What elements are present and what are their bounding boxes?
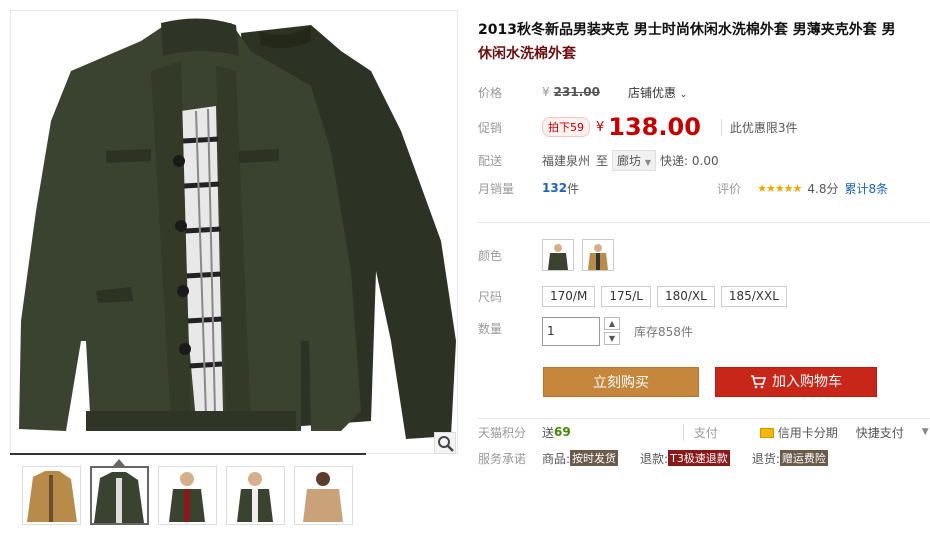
shop-promo-dropdown[interactable]: 店铺优惠 ⌄ bbox=[628, 84, 687, 101]
caret-down-icon: ▼ bbox=[644, 157, 652, 167]
color-label: 颜色 bbox=[478, 248, 503, 263]
active-thumb-indicator bbox=[113, 459, 125, 466]
credit-card-icon bbox=[759, 428, 774, 438]
points-row: 天猫积分 送 69 支付 信用卡分期 快捷支付 ▼ bbox=[478, 422, 929, 442]
return-label: 退货: bbox=[751, 451, 780, 466]
thumbnail-khaki-front[interactable] bbox=[22, 466, 81, 525]
color-swatch-green[interactable] bbox=[542, 239, 574, 271]
promo-price: 138.00 bbox=[608, 113, 701, 141]
buy-now-button[interactable]: 立刻购买 bbox=[543, 367, 699, 397]
promo-currency: ¥ bbox=[596, 119, 605, 135]
sales-unit: 件 bbox=[567, 181, 580, 196]
refund-label: 退款: bbox=[640, 451, 669, 466]
cart-icon bbox=[751, 375, 766, 389]
size-label: 尺码 bbox=[478, 289, 503, 304]
size-option-185xxl[interactable]: 185/XXL bbox=[720, 285, 787, 307]
refund-badge: T3极速退款 bbox=[668, 450, 730, 466]
promo-limit: 此优惠限3件 bbox=[720, 118, 798, 136]
delivery-city-select[interactable]: 廊坊 ▼ bbox=[612, 149, 657, 171]
total-reviews-link[interactable]: 累计8条 bbox=[845, 180, 889, 197]
thumbnail-model-khaki-back[interactable] bbox=[294, 466, 353, 525]
rating-score: 4.8分 bbox=[807, 181, 839, 196]
service-row: 服务承诺 商品: 按时发货 退款: T3极速退款 退货: 赠运费险 bbox=[478, 448, 828, 468]
thumbnail-strip bbox=[22, 466, 353, 525]
chevron-down-icon: ⌄ bbox=[679, 89, 688, 100]
thumbnail-model-green[interactable] bbox=[158, 466, 217, 525]
quantity-input[interactable]: 1 bbox=[542, 316, 600, 346]
info-divider bbox=[478, 222, 930, 223]
product-info: 2013秋冬新品男装夹克 男士时尚休闲水洗棉外套 男薄夹克外套 男 休闲水洗棉外… bbox=[478, 0, 930, 536]
shipping-fee: 快递: 0.00 bbox=[660, 153, 719, 168]
points-label: 天猫积分 bbox=[478, 425, 527, 440]
delivery-from: 福建泉州 bbox=[542, 153, 591, 168]
stock-count: 库存858件 bbox=[634, 324, 693, 339]
color-swatch-khaki[interactable] bbox=[582, 239, 614, 271]
thumbnail-green-front[interactable] bbox=[90, 466, 149, 525]
zoom-icon[interactable] bbox=[434, 432, 456, 454]
quantity-up-icon[interactable]: ▲ bbox=[604, 317, 620, 330]
size-option-175l[interactable]: 175/L bbox=[601, 285, 651, 307]
sales-label: 月销量 bbox=[478, 181, 515, 196]
size-row: 尺码 170/M 175/L 180/XL 185/XXL bbox=[478, 285, 793, 307]
thumb-divider bbox=[10, 453, 366, 455]
price-label: 价格 bbox=[478, 85, 503, 100]
color-row: 颜色 bbox=[478, 238, 622, 272]
title-line1: 2013秋冬新品男装夹克 男士时尚休闲水洗棉外套 男薄夹克外套 男 bbox=[478, 22, 896, 38]
main-product-image[interactable] bbox=[10, 10, 458, 454]
sales-row: 月销量 132 件 评价 ★★★★★ 4.8分 累计8条 bbox=[478, 178, 888, 198]
original-price: 231.00 bbox=[553, 85, 600, 99]
product-gallery bbox=[0, 0, 462, 536]
rating-stars-icon: ★★★★★ bbox=[757, 181, 802, 195]
footer-divider bbox=[478, 418, 930, 419]
quick-pay-link[interactable]: 快捷支付 bbox=[856, 424, 904, 441]
thumbnail-model-green-2[interactable] bbox=[226, 466, 285, 525]
product-title: 2013秋冬新品男装夹克 男士时尚休闲水洗棉外套 男薄夹克外套 男 休闲水洗棉外… bbox=[478, 18, 918, 66]
return-badge: 赠运费险 bbox=[779, 450, 828, 466]
service-label: 服务承诺 bbox=[478, 451, 527, 466]
title-line2: 休闲水洗棉外套 bbox=[478, 46, 576, 62]
rating-label: 评价 bbox=[717, 181, 742, 196]
add-to-cart-label: 加入购物车 bbox=[772, 374, 842, 390]
size-option-170m[interactable]: 170/M bbox=[542, 285, 596, 307]
points-value: 69 bbox=[554, 425, 571, 439]
goods-label: 商品: bbox=[542, 451, 571, 466]
quantity-down-icon[interactable]: ▼ bbox=[604, 332, 620, 345]
delivery-to: 至 bbox=[596, 153, 609, 168]
quantity-row: 数量 1 ▲ ▼ 库存858件 bbox=[478, 316, 693, 346]
size-option-180xl[interactable]: 180/XL bbox=[656, 285, 715, 307]
price-row: 价格 ¥ 231.00 店铺优惠 ⌄ bbox=[478, 82, 687, 102]
quantity-stepper: ▲ ▼ bbox=[604, 317, 620, 345]
sales-count: 132 bbox=[542, 181, 568, 195]
expand-chevron-icon[interactable]: ▼ bbox=[922, 427, 929, 437]
price-currency: ¥ bbox=[542, 85, 550, 99]
pay-label: 支付 bbox=[682, 423, 718, 441]
goods-badge: 按时发货 bbox=[570, 450, 619, 466]
add-to-cart-button[interactable]: 加入购物车 bbox=[715, 367, 877, 397]
points-prefix: 送 bbox=[542, 425, 555, 440]
delivery-row: 配送 福建泉州 至 廊坊 ▼ 快递: 0.00 bbox=[478, 149, 719, 171]
quantity-label: 数量 bbox=[478, 322, 503, 336]
credit-card-installment[interactable]: 信用卡分期 bbox=[759, 424, 838, 441]
delivery-label: 配送 bbox=[478, 153, 503, 168]
promo-row: 促销 拍下59 ¥ 138.00 此优惠限3件 bbox=[478, 112, 798, 142]
promo-tag: 拍下59 bbox=[542, 117, 590, 137]
promo-label: 促销 bbox=[478, 120, 503, 135]
